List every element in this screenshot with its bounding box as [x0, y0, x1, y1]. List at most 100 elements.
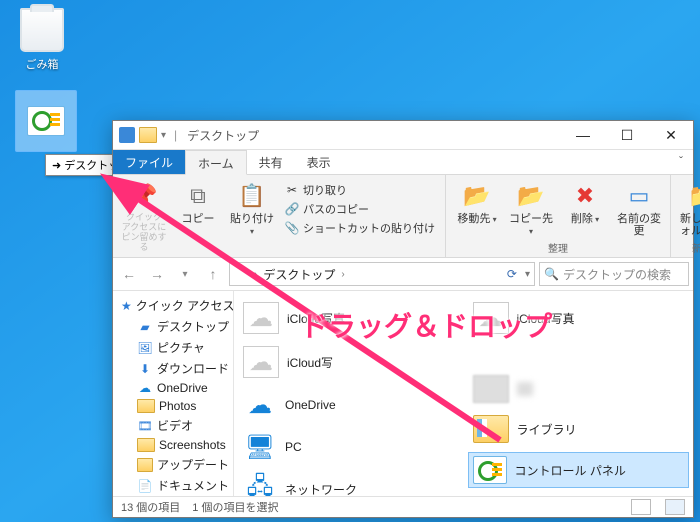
view-details-button[interactable] [631, 499, 651, 515]
nav-desktop[interactable]: ▰デスクトップ [113, 316, 233, 337]
tab-share[interactable]: 共有 [247, 150, 295, 174]
explorer-window: ▾ | デスクトップ — ☐ ✕ ファイル ホーム 共有 表示 ˇ 📌 クイック… [112, 120, 694, 518]
control-panel-icon [473, 455, 507, 485]
folder-icon [137, 458, 153, 472]
onedrive-icon: ☁ [137, 381, 153, 395]
group-organize-label: 整理 [548, 240, 568, 257]
network-icon: 🖧 [243, 474, 277, 496]
minimize-button[interactable]: — [561, 121, 605, 149]
move-to-button[interactable]: 📂 移動先 [452, 179, 502, 227]
copy-button[interactable]: ⧉ コピー [173, 179, 223, 227]
address-row: ← → ▾ ↑ › デスクトップ › ⟳ ▾ 🔍 デスクトップの検索 [113, 258, 693, 291]
library-icon [473, 415, 509, 443]
refresh-button[interactable]: ⟳ [507, 267, 517, 281]
new-folder-button[interactable]: 📁 新しいフォルダー [677, 179, 700, 239]
chevron-down-icon[interactable]: ▾ [525, 269, 530, 280]
pictures-icon: 🖼 [137, 341, 153, 355]
rename-icon: ▭ [624, 181, 654, 211]
nav-recent-button[interactable]: ▾ [173, 263, 197, 285]
nav-up-button[interactable]: ↑ [201, 263, 225, 285]
desktop-recycle-bin[interactable]: ごみ箱 [12, 8, 72, 72]
nav-onedrive[interactable]: ☁OneDrive [113, 379, 233, 397]
close-button[interactable]: ✕ [649, 121, 693, 149]
status-bar: 13 個の項目 1 個の項目を選択 [113, 496, 693, 517]
nav-quick-access[interactable]: ★ クイック アクセス [113, 295, 233, 316]
onedrive-icon: ☁ [243, 390, 277, 420]
paste-icon: 📋 [237, 181, 267, 211]
pin-icon: 📌 [129, 181, 159, 211]
address-bar[interactable]: › デスクトップ › ⟳ ▾ [229, 262, 535, 286]
item-pc[interactable]: 🖥 PC [238, 429, 460, 465]
rename-button[interactable]: ▭ 名前の変更 [614, 179, 664, 239]
desktop-icon: ▰ [137, 320, 153, 334]
item-icloud-photos[interactable]: ☁ iCloud写真 [238, 299, 460, 337]
item-onedrive[interactable]: ☁ OneDrive [238, 387, 460, 423]
delete-button[interactable]: ✖ 削除 [560, 179, 610, 227]
view-icons-button[interactable] [665, 499, 685, 515]
nav-update[interactable]: アップデート [113, 454, 233, 475]
nav-documents[interactable]: 📄ドキュメント [113, 475, 233, 496]
search-icon: 🔍 [544, 267, 559, 281]
delete-icon: ✖ [570, 181, 600, 211]
chevron-right-icon[interactable]: › [254, 269, 257, 280]
body-area: ★ クイック アクセス ▰デスクトップ 🖼ピクチャ ⬇ダウンロード ☁OneDr… [113, 291, 693, 496]
desktop-recycle-bin-label: ごみ箱 [12, 56, 72, 72]
paste-shortcut-button[interactable]: 📎ショートカットの貼り付け [281, 219, 439, 237]
copy-to-button[interactable]: 📂 コピー先 [506, 179, 556, 239]
paste-button[interactable]: 📋 貼り付け [227, 179, 277, 239]
nav-photos[interactable]: Photos [113, 397, 233, 415]
copy-icon: ⧉ [183, 181, 213, 211]
item-blurred[interactable]: •••• [468, 372, 690, 406]
path-copy-icon: 🔗 [285, 202, 299, 216]
item-control-panel[interactable]: コントロール パネル [468, 452, 690, 488]
nav-forward-button[interactable]: → [145, 263, 169, 285]
folder-icon [473, 375, 509, 403]
tab-home[interactable]: ホーム [185, 150, 247, 175]
nav-back-button[interactable]: ← [117, 263, 141, 285]
item-icloud-photos-2[interactable]: ☁ iCloud写 [238, 343, 460, 381]
path-copy-button[interactable]: 🔗パスのコピー [281, 200, 439, 218]
control-panel-icon [27, 106, 65, 136]
ribbon-tabs: ファイル ホーム 共有 表示 ˇ [113, 150, 693, 175]
nav-videos[interactable]: 🎞ビデオ [113, 415, 233, 436]
qat-dropdown-icon[interactable]: ▾ [161, 130, 166, 141]
window-title: デスクトップ [181, 127, 259, 144]
ribbon: 📌 クイック アクセスにピン留めする ⧉ コピー 📋 貼り付け ✂切り取り 🔗パ… [113, 175, 693, 258]
breadcrumb[interactable]: デスクトップ [261, 266, 337, 283]
content-pane[interactable]: ☁ iCloud写真 ☁ iCloud写 ☁ OneDrive 🖥 PC 🖧 [234, 291, 693, 496]
chevron-right-icon[interactable]: › [341, 269, 344, 280]
item-icloud-photos-r[interactable]: ☁ iCloud写真 [468, 299, 690, 337]
star-icon: ★ [121, 299, 132, 313]
nav-pictures[interactable]: 🖼ピクチャ [113, 337, 233, 358]
folder-icon [139, 127, 157, 143]
search-input[interactable]: 🔍 デスクトップの検索 [539, 262, 689, 286]
tab-view[interactable]: 表示 [295, 150, 343, 174]
folder-icon [234, 267, 250, 281]
maximize-button[interactable]: ☐ [605, 121, 649, 149]
nav-downloads[interactable]: ⬇ダウンロード [113, 358, 233, 379]
explorer-icon [119, 127, 135, 143]
move-to-icon: 📂 [462, 181, 492, 211]
status-item-count: 13 個の項目 [121, 499, 180, 515]
icloud-icon: ☁ [243, 346, 279, 378]
new-folder-icon: 📁 [687, 181, 700, 211]
item-library[interactable]: ライブラリ [468, 412, 690, 446]
nav-screenshots[interactable]: Screenshots [113, 436, 233, 454]
folder-icon [137, 399, 155, 413]
icloud-icon: ☁ [243, 302, 279, 334]
titlebar[interactable]: ▾ | デスクトップ — ☐ ✕ [113, 121, 693, 150]
group-new-label: 新規 [692, 240, 700, 257]
search-placeholder: デスクトップの検索 [563, 266, 671, 283]
folder-icon [137, 438, 155, 452]
status-selected-count: 1 個の項目を選択 [192, 499, 278, 515]
cut-button[interactable]: ✂切り取り [281, 181, 439, 199]
cut-icon: ✂ [285, 183, 299, 197]
recycle-bin-icon [20, 8, 64, 52]
paste-shortcut-icon: 📎 [285, 221, 299, 235]
pin-button[interactable]: 📌 クイック アクセスにピン留めする [119, 179, 169, 255]
tab-file[interactable]: ファイル [113, 150, 185, 174]
item-network[interactable]: 🖧 ネットワーク [238, 471, 460, 496]
ribbon-collapse-icon[interactable]: ˇ [669, 150, 693, 174]
pc-icon: 🖥 [243, 432, 277, 462]
navigation-pane[interactable]: ★ クイック アクセス ▰デスクトップ 🖼ピクチャ ⬇ダウンロード ☁OneDr… [113, 291, 234, 496]
